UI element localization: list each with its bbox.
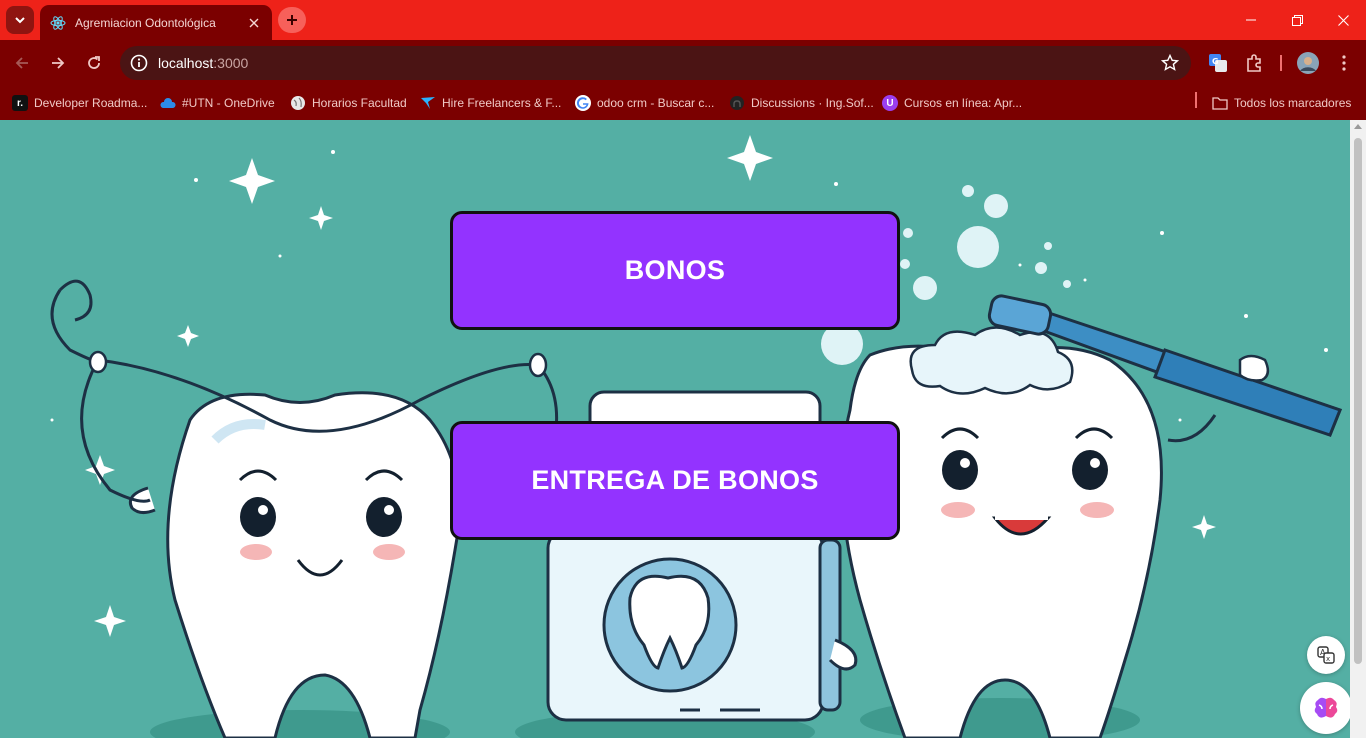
- freelancer-icon: [420, 95, 436, 111]
- close-icon: [1337, 14, 1349, 26]
- bookmark-item[interactable]: U Cursos en línea: Apr...: [882, 93, 1022, 113]
- forward-button[interactable]: [44, 49, 72, 77]
- page-scrollbar[interactable]: [1350, 120, 1366, 738]
- bookmark-item[interactable]: Horarios Facultad: [290, 93, 407, 113]
- react-icon: [50, 15, 66, 30]
- tab-title: Agremiacion Odontológica: [75, 15, 216, 30]
- bookmark-label: Developer Roadma...: [34, 96, 148, 110]
- right-tooth: [828, 344, 1217, 738]
- udemy-icon: U: [882, 95, 898, 111]
- onedrive-icon: [160, 95, 176, 111]
- bookmarks-divider: [1195, 92, 1197, 108]
- arrow-left-icon: [15, 57, 28, 69]
- new-tab-button[interactable]: [278, 7, 306, 33]
- svg-text:G: G: [1212, 57, 1219, 66]
- bookmark-item[interactable]: odoo crm - Buscar c...: [575, 93, 714, 113]
- bookmark-label: Cursos en línea: Apr...: [904, 96, 1023, 110]
- floss-curl: [58, 279, 93, 322]
- github-icon: [729, 95, 745, 111]
- reload-icon: [88, 56, 100, 69]
- bookmarks-bar: r. Developer Roadma... #UTN - OneDrive H…: [0, 86, 1366, 120]
- svg-text:x: x: [1326, 655, 1330, 663]
- entrega-de-bonos-button[interactable]: ENTREGA DE BONOS: [450, 421, 900, 540]
- bonos-button[interactable]: BONOS: [450, 211, 900, 330]
- minimize-icon: [1246, 19, 1256, 21]
- bookmark-item[interactable]: #UTN - OneDrive: [160, 93, 275, 113]
- toothpaste-foam: [909, 326, 1074, 395]
- globe-icon: [290, 95, 306, 111]
- floss-knot: [528, 352, 548, 378]
- bookmark-label: odoo crm - Buscar c...: [597, 96, 715, 110]
- menu-button[interactable]: [1333, 52, 1355, 74]
- google-icon: [575, 95, 591, 111]
- translate-extension-icon[interactable]: G: [1207, 52, 1229, 74]
- page-viewport: BONOS ENTREGA DE BONOS Ax: [0, 120, 1350, 738]
- address-bar[interactable]: localhost:3000: [120, 46, 1191, 80]
- profile-avatar[interactable]: [1297, 52, 1319, 74]
- roadmap-icon: r.: [12, 95, 28, 111]
- reload-button[interactable]: [80, 49, 108, 77]
- tab-search-button[interactable]: [6, 6, 34, 34]
- bookmark-item[interactable]: r. Developer Roadma...: [12, 93, 147, 113]
- chevron-down-icon: [15, 17, 25, 24]
- floss-knot: [88, 350, 108, 374]
- bookmark-star-icon[interactable]: [1161, 54, 1179, 72]
- extensions-icon[interactable]: [1243, 52, 1265, 74]
- minimize-button[interactable]: [1228, 0, 1274, 40]
- bookmark-item[interactable]: Hire Freelancers & F...: [420, 93, 561, 113]
- bookmark-label: Discussions · Ing.Sof...: [751, 96, 874, 110]
- bookmark-label: Todos los marcadores: [1234, 96, 1352, 110]
- bookmark-label: #UTN - OneDrive: [182, 96, 275, 110]
- scrollbar-thumb[interactable]: [1354, 138, 1362, 664]
- restore-button[interactable]: [1274, 0, 1320, 40]
- bookmark-label: Horarios Facultad: [312, 96, 407, 110]
- restore-icon: [1291, 14, 1303, 26]
- left-tooth: [128, 391, 461, 738]
- bookmark-label: Hire Freelancers & F...: [442, 96, 562, 110]
- plus-icon: [287, 15, 297, 25]
- more-vert-icon: [1342, 55, 1346, 71]
- arrow-right-icon: [52, 57, 65, 69]
- translate-icon: Ax: [1317, 646, 1335, 664]
- all-bookmarks-folder[interactable]: Todos los marcadores: [1212, 93, 1351, 113]
- scroll-up-icon[interactable]: [1354, 124, 1362, 129]
- folder-icon: [1212, 95, 1228, 111]
- tab-close-icon[interactable]: [246, 15, 262, 31]
- translate-button[interactable]: Ax: [1307, 636, 1345, 674]
- bookmark-item[interactable]: Discussions · Ing.Sof...: [729, 93, 874, 113]
- browser-tab[interactable]: Agremiacion Odontológica: [40, 5, 272, 40]
- info-icon[interactable]: [130, 54, 148, 72]
- ai-assistant-button[interactable]: [1300, 682, 1350, 734]
- browser-toolbar: localhost:3000 G: [0, 40, 1366, 86]
- back-button[interactable]: [8, 49, 36, 77]
- url-port: :3000: [213, 55, 249, 71]
- brain-icon: [1314, 697, 1338, 718]
- close-window-button[interactable]: [1320, 0, 1366, 40]
- toolbar-divider: [1280, 55, 1282, 71]
- browser-titlebar: Agremiacion Odontológica: [0, 0, 1366, 40]
- url-host: localhost: [158, 55, 214, 71]
- url-text: localhost:3000: [158, 55, 248, 71]
